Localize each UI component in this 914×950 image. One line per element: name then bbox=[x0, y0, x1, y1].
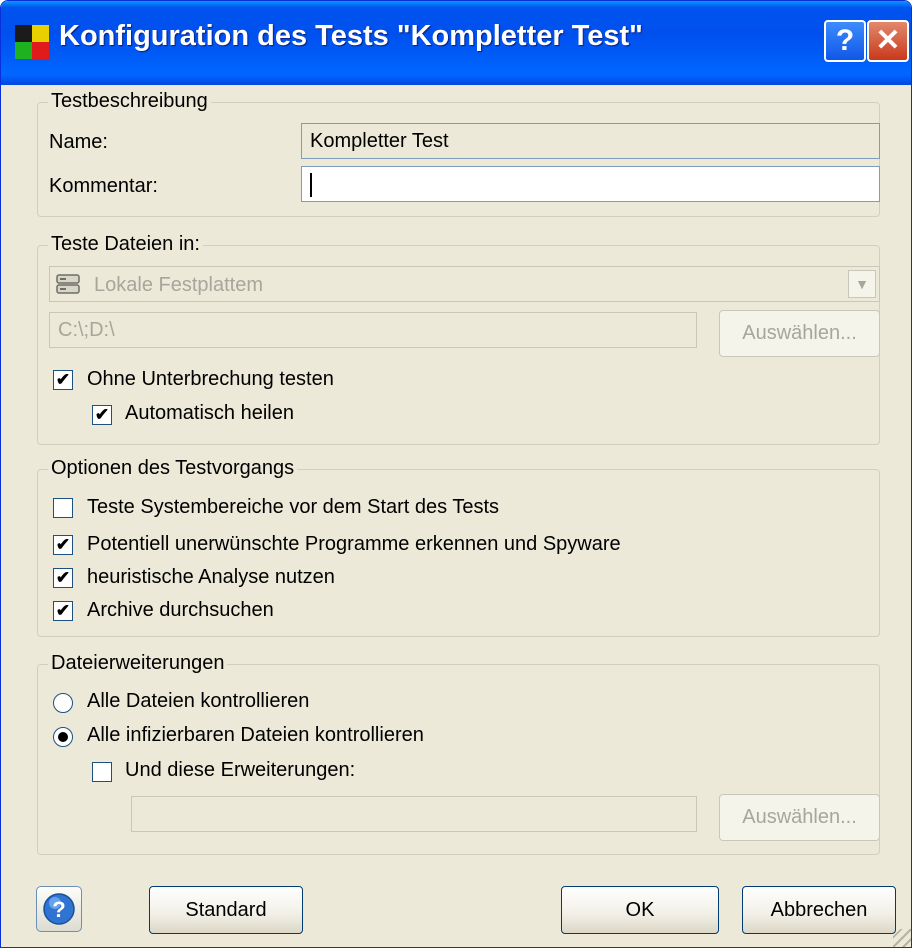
option-spyware-label[interactable]: Potentiell unerwünschte Programme erkenn… bbox=[87, 533, 621, 556]
chevron-down-icon[interactable]: ▼ bbox=[848, 270, 876, 298]
scan-location-value: Lokale Festplattem bbox=[94, 274, 263, 296]
radio-alle-dateien[interactable] bbox=[53, 693, 73, 713]
option-spyware-checkbox[interactable]: ✔ bbox=[53, 535, 73, 555]
group-testbeschreibung-legend: Testbeschreibung bbox=[48, 90, 211, 113]
window-title: Konfiguration des Tests "Kompletter Test… bbox=[59, 20, 643, 52]
und-diese-label[interactable]: Und diese Erweiterungen: bbox=[125, 759, 355, 782]
ohne-unterbrechung-label[interactable]: Ohne Unterbrechung testen bbox=[87, 368, 334, 391]
name-field[interactable]: Kompletter Test bbox=[301, 123, 880, 159]
option-heuristik-checkbox[interactable]: ✔ bbox=[53, 568, 73, 588]
name-label: Name: bbox=[49, 131, 108, 153]
option-systembereiche-checkbox[interactable] bbox=[53, 498, 73, 518]
und-diese-checkbox[interactable] bbox=[92, 762, 112, 782]
app-logo-icon bbox=[15, 25, 49, 59]
option-heuristik-label[interactable]: heuristische Analyse nutzen bbox=[87, 566, 335, 589]
title-help-button[interactable]: ? bbox=[824, 20, 866, 62]
standard-button[interactable]: Standard bbox=[149, 886, 303, 934]
extensions-field[interactable] bbox=[131, 796, 697, 832]
text-caret bbox=[310, 173, 312, 197]
group-optionen-legend: Optionen des Testvorgangs bbox=[48, 457, 298, 480]
group-dateierweiterungen-legend: Dateierweiterungen bbox=[48, 652, 228, 675]
title-bar[interactable]: Konfiguration des Tests "Kompletter Test… bbox=[1, 1, 911, 85]
option-archive-checkbox[interactable]: ✔ bbox=[53, 601, 73, 621]
group-teste-dateien-legend: Teste Dateien in: bbox=[48, 233, 203, 256]
abbrechen-button[interactable]: Abbrechen bbox=[742, 886, 896, 934]
title-close-button[interactable]: ✕ bbox=[867, 20, 909, 62]
kommentar-label: Kommentar: bbox=[49, 175, 158, 197]
scan-path-field[interactable]: C:\;D:\ bbox=[49, 312, 697, 348]
radio-selected-dot bbox=[58, 732, 68, 742]
select-extensions-button[interactable]: Auswählen... bbox=[719, 794, 880, 841]
select-path-button[interactable]: Auswählen... bbox=[719, 310, 880, 357]
radio-infizierbare-dateien-label[interactable]: Alle infizierbaren Dateien kontrollieren bbox=[87, 724, 424, 747]
hard-drive-icon bbox=[56, 274, 80, 294]
radio-infizierbare-dateien[interactable] bbox=[53, 727, 73, 747]
ok-button[interactable]: OK bbox=[561, 886, 719, 934]
scan-location-dropdown[interactable]: Lokale Festplattem ▼ bbox=[49, 266, 880, 302]
option-systembereiche-label[interactable]: Teste Systembereiche vor dem Start des T… bbox=[87, 496, 499, 519]
radio-alle-dateien-label[interactable]: Alle Dateien kontrollieren bbox=[87, 690, 309, 713]
svg-text:?: ? bbox=[52, 897, 65, 922]
automatisch-heilen-checkbox[interactable]: ✔ bbox=[92, 405, 112, 425]
resize-grip[interactable] bbox=[893, 929, 911, 947]
help-circle-icon[interactable]: ? bbox=[36, 886, 82, 932]
dialog-window: Konfiguration des Tests "Kompletter Test… bbox=[0, 0, 912, 948]
automatisch-heilen-label[interactable]: Automatisch heilen bbox=[125, 402, 294, 425]
kommentar-field[interactable] bbox=[301, 166, 880, 202]
ohne-unterbrechung-checkbox[interactable]: ✔ bbox=[53, 370, 73, 390]
option-archive-label[interactable]: Archive durchsuchen bbox=[87, 599, 274, 622]
